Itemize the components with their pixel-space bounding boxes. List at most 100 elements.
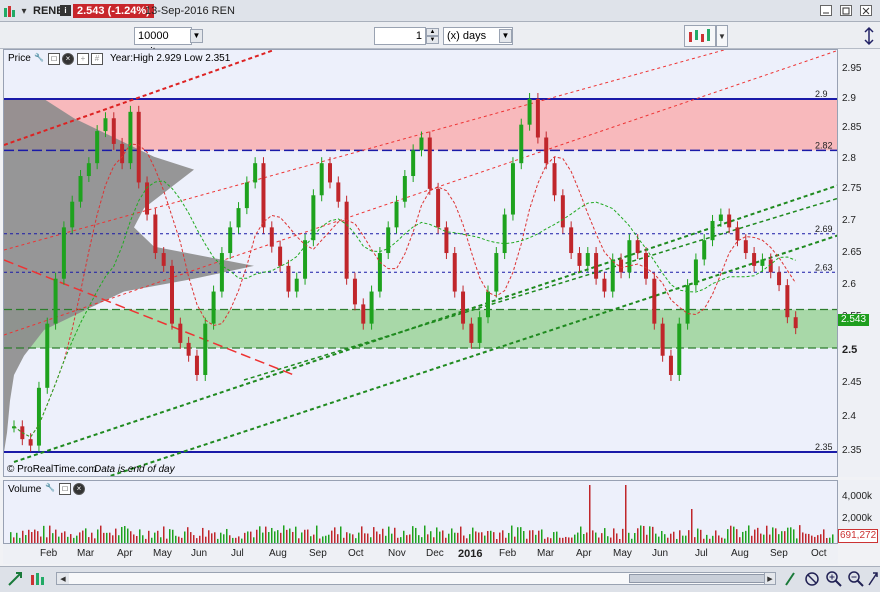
volume-bar [445,537,447,543]
level-label: 2.35 [815,442,833,452]
zoom-out-icon[interactable] [848,570,864,588]
candle [727,214,732,228]
candle [752,253,757,266]
spin-up-icon[interactable]: ▲ [426,28,439,36]
period-input[interactable]: 1 [374,27,426,45]
volume-bar [724,538,726,543]
price-chart[interactable]: 2.9 2.82 2.69 2.63 2.35 [4,50,838,477]
fit-icon[interactable] [866,570,880,588]
chevron-down-icon[interactable]: ▼ [716,25,728,47]
volume-bar [100,525,102,543]
candle [86,163,91,177]
volume-bar [421,537,423,543]
candle [328,163,332,183]
indicators-icon[interactable] [28,570,50,588]
volume-bar [16,532,18,543]
wrench-icon[interactable]: 🔧 [33,53,45,65]
volume-bar [559,537,561,543]
close-panel-icon[interactable]: × [73,483,85,495]
restore-icon[interactable] [840,5,852,16]
scroll-left-icon[interactable]: ◀ [57,573,69,584]
wrench-icon[interactable]: 🔧 [44,483,56,495]
volume-bar [826,538,828,543]
volume-bar [382,528,384,543]
volume-bar [556,531,558,543]
reset-zoom-icon[interactable] [804,570,820,588]
candle [461,291,466,324]
volume-bar [82,530,84,543]
volume-bar [487,531,489,543]
volume-bar [247,531,249,543]
volume-bar [400,537,402,543]
time-label: Oct [348,548,364,559]
candle [718,214,723,221]
volume-bar [730,525,732,543]
plus-icon[interactable]: + [77,53,89,65]
date-label: 13-Sep-2016 REN [145,5,235,17]
time-axis[interactable]: Feb Mar Apr May Jun Jul Aug Sep Oct Nov … [3,544,838,564]
volume-bar [499,532,501,543]
volume-bar [799,525,801,543]
sync-icon[interactable] [862,25,876,47]
info-icon[interactable]: i [60,5,71,16]
grid-icon[interactable]: # [91,53,103,65]
volume-bar [829,537,831,543]
volume-bar [391,533,393,543]
volume-chart[interactable] [4,481,838,544]
chart-window-icon[interactable] [3,3,17,18]
volume-bar [568,537,570,543]
volume-bar [397,537,399,543]
window-icon[interactable]: □ [48,53,60,65]
candle [577,253,582,266]
zoom-in-icon[interactable] [826,570,842,588]
volume-bar [355,538,357,543]
volume-panel[interactable]: Volume 🔧 □ × [3,480,838,544]
price-change-badge: 2.543 (-1.24%) [73,4,154,18]
units-select[interactable]: 10000 units [134,27,192,58]
price-axis[interactable]: 2.95 2.9 2.85 2.8 2.75 2.7 2.65 2.6 2.55… [838,49,880,477]
time-scrollbar[interactable]: ◀ [56,572,776,585]
candle [494,253,499,292]
candle [369,291,374,324]
volume-bar [586,532,588,543]
candle [70,201,75,228]
volume-bar [766,525,768,543]
candle [552,163,557,196]
candle [427,137,432,189]
volume-bar [307,529,309,543]
volume-bar [637,528,639,543]
candle [594,253,599,279]
volume-bar [778,534,780,543]
volume-bar [220,532,222,543]
candle [203,323,208,375]
close-icon[interactable] [860,5,872,16]
minimize-icon[interactable] [820,5,832,16]
price-tick: 2.4 [842,411,856,422]
candle [153,214,158,254]
scroll-thumb[interactable] [629,574,769,583]
pan-icon[interactable] [782,570,798,588]
volume-tick: 2,000k [842,513,873,524]
scroll-right-icon[interactable]: ▶ [764,572,776,585]
chevron-down-icon[interactable]: ▼ [190,29,203,43]
volume-bar [217,538,219,543]
symbol-label[interactable]: RENE [33,4,64,18]
volume-bar [541,529,543,543]
volume-bar [373,527,375,543]
volume-bar [124,526,126,543]
candle [743,240,748,254]
volume-bar [418,535,420,543]
price-chart-panel[interactable]: 2.9 2.82 2.69 2.63 2.35 Price 🔧 □ × + # Year… [3,49,838,477]
window-icon[interactable]: □ [59,483,71,495]
symbol-dropdown-icon[interactable]: ▾ [19,4,29,18]
chevron-down-icon[interactable]: ▼ [499,29,512,43]
volume-bar [412,526,414,543]
spin-down-icon[interactable]: ▼ [426,36,439,44]
close-panel-icon[interactable]: × [62,53,74,65]
volume-bar [361,526,363,543]
expand-icon[interactable] [6,570,24,588]
time-label: 2016 [458,548,483,560]
volume-bar [748,525,750,543]
chart-type-icon[interactable] [684,25,716,47]
volume-bar [610,537,612,543]
